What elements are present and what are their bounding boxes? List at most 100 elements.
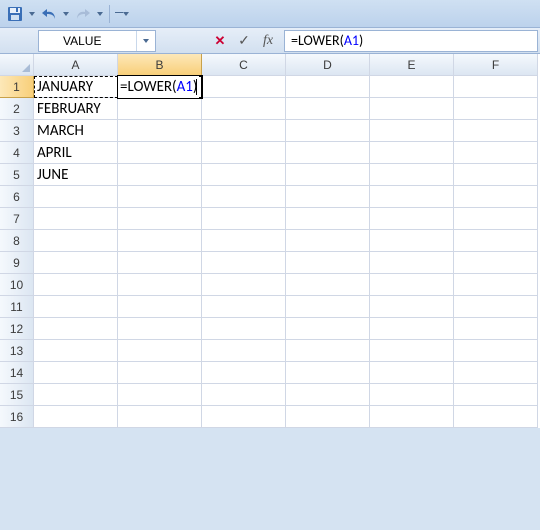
cell[interactable]	[286, 318, 370, 340]
row-header[interactable]: 15	[0, 384, 34, 406]
cell[interactable]	[118, 274, 202, 296]
cell[interactable]	[286, 120, 370, 142]
cell[interactable]	[202, 318, 286, 340]
cell[interactable]	[454, 164, 538, 186]
cell[interactable]	[202, 98, 286, 120]
column-header[interactable]: D	[286, 54, 370, 76]
cell[interactable]	[370, 98, 454, 120]
cell[interactable]	[454, 208, 538, 230]
cell[interactable]	[370, 252, 454, 274]
row-header[interactable]: 12	[0, 318, 34, 340]
cell[interactable]	[118, 252, 202, 274]
cell[interactable]: FEBRUARY	[34, 98, 118, 120]
name-box-dropdown-icon[interactable]	[136, 31, 154, 51]
cell[interactable]	[286, 164, 370, 186]
cell[interactable]	[202, 230, 286, 252]
cancel-icon[interactable]: ✕	[208, 30, 232, 52]
select-all-corner[interactable]	[0, 54, 34, 76]
row-header[interactable]: 7	[0, 208, 34, 230]
cell[interactable]	[370, 340, 454, 362]
cell[interactable]	[286, 274, 370, 296]
cell[interactable]	[118, 98, 202, 120]
cell[interactable]	[34, 186, 118, 208]
column-header[interactable]: F	[454, 54, 538, 76]
qat-customize-icon[interactable]	[115, 3, 129, 25]
cell[interactable]	[202, 252, 286, 274]
cell[interactable]	[118, 296, 202, 318]
cell[interactable]	[454, 142, 538, 164]
cell[interactable]	[286, 142, 370, 164]
spreadsheet-grid[interactable]: ABCDEF1JANUARY=LOWER(A1)2FEBRUARY3MARCH4…	[0, 54, 540, 428]
cell[interactable]	[286, 362, 370, 384]
cell[interactable]	[118, 120, 202, 142]
row-header[interactable]: 5	[0, 164, 34, 186]
cell[interactable]	[286, 98, 370, 120]
cell[interactable]	[202, 186, 286, 208]
cell[interactable]	[454, 406, 538, 428]
cell[interactable]	[454, 296, 538, 318]
cell[interactable]	[286, 208, 370, 230]
formula-input[interactable]: =LOWER(A1)	[284, 30, 538, 52]
cell[interactable]	[286, 340, 370, 362]
cell[interactable]	[118, 208, 202, 230]
cell[interactable]	[202, 164, 286, 186]
cell[interactable]	[454, 186, 538, 208]
cell[interactable]	[370, 296, 454, 318]
cell[interactable]: APRIL	[34, 142, 118, 164]
cell[interactable]	[370, 406, 454, 428]
cell[interactable]	[370, 362, 454, 384]
cell[interactable]	[118, 362, 202, 384]
column-header[interactable]: C	[202, 54, 286, 76]
row-header[interactable]: 2	[0, 98, 34, 120]
cell[interactable]	[454, 340, 538, 362]
cell[interactable]	[286, 406, 370, 428]
row-header[interactable]: 13	[0, 340, 34, 362]
cell[interactable]	[202, 362, 286, 384]
cell[interactable]: =LOWER(A1)	[118, 76, 202, 98]
cell[interactable]	[118, 186, 202, 208]
cell[interactable]	[118, 340, 202, 362]
row-header[interactable]: 9	[0, 252, 34, 274]
cell[interactable]	[34, 230, 118, 252]
cell[interactable]	[202, 120, 286, 142]
fx-icon[interactable]: fx	[256, 30, 280, 52]
cell[interactable]: JUNE	[34, 164, 118, 186]
cell[interactable]	[34, 318, 118, 340]
cell[interactable]	[286, 76, 370, 98]
row-header[interactable]: 4	[0, 142, 34, 164]
cell[interactable]	[118, 384, 202, 406]
cell[interactable]	[118, 230, 202, 252]
column-header[interactable]: B	[118, 54, 202, 76]
cell[interactable]	[118, 318, 202, 340]
row-header[interactable]: 11	[0, 296, 34, 318]
cell[interactable]	[286, 296, 370, 318]
undo-dropdown-icon[interactable]	[62, 3, 70, 25]
cell[interactable]	[454, 120, 538, 142]
row-header[interactable]: 6	[0, 186, 34, 208]
cell[interactable]	[34, 252, 118, 274]
cell[interactable]	[370, 318, 454, 340]
column-header[interactable]: A	[34, 54, 118, 76]
cell[interactable]	[202, 384, 286, 406]
name-box[interactable]: VALUE	[38, 30, 156, 52]
cell[interactable]	[454, 230, 538, 252]
cell[interactable]	[454, 252, 538, 274]
cell[interactable]	[34, 340, 118, 362]
cell[interactable]	[34, 406, 118, 428]
cell[interactable]	[34, 362, 118, 384]
row-header[interactable]: 1	[0, 76, 34, 98]
row-header[interactable]: 8	[0, 230, 34, 252]
cell[interactable]	[370, 384, 454, 406]
cell[interactable]	[286, 186, 370, 208]
cell[interactable]	[202, 76, 286, 98]
cell[interactable]	[34, 384, 118, 406]
cell[interactable]	[202, 406, 286, 428]
cell[interactable]	[118, 142, 202, 164]
cell[interactable]	[370, 142, 454, 164]
cell[interactable]	[118, 164, 202, 186]
cell[interactable]	[202, 142, 286, 164]
row-header[interactable]: 10	[0, 274, 34, 296]
redo-icon[interactable]	[72, 3, 94, 25]
cell[interactable]	[286, 384, 370, 406]
cell[interactable]	[454, 76, 538, 98]
